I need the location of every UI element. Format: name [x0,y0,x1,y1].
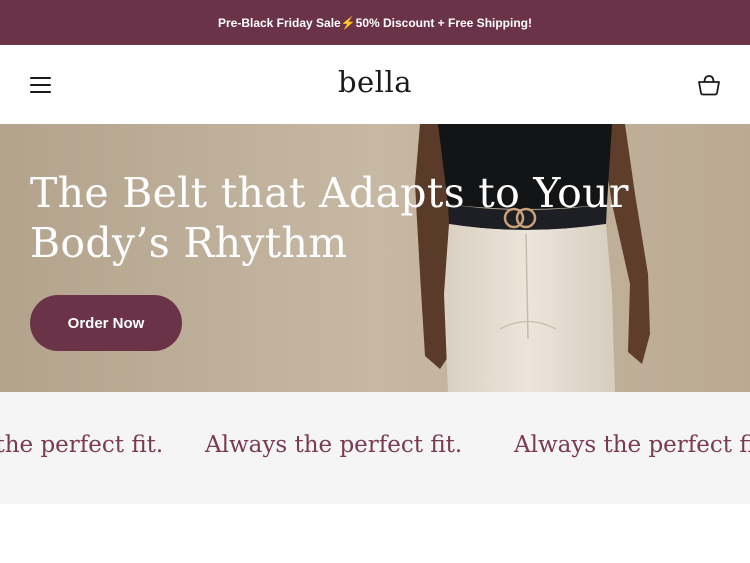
hamburger-menu-icon [29,77,51,79]
site-header: bella [0,45,750,124]
tagline-marquee: Always the perfect fit. Always the perfe… [0,392,750,504]
marquee-item: Always the perfect fit. [514,432,750,458]
announcement-text: Pre-Black Friday Sale⚡50% Discount + Fre… [217,15,533,30]
announcement-bar: Pre-Black Friday Sale⚡50% Discount + Fre… [0,0,750,45]
menu-button[interactable] [24,69,56,101]
marquee-item: Always the perfect fit. [0,432,164,458]
marquee-item: Always the perfect fit. [205,432,463,458]
hero-banner: The Belt that Adapts to Your Body’s Rhyt… [0,124,750,392]
hero-title: The Belt that Adapts to Your Body’s Rhyt… [30,169,629,267]
cart-button[interactable] [694,71,724,99]
shopping-basket-icon [698,75,720,96]
brand-logo[interactable]: bella [300,65,450,99]
order-now-button[interactable]: Order Now [30,295,182,351]
